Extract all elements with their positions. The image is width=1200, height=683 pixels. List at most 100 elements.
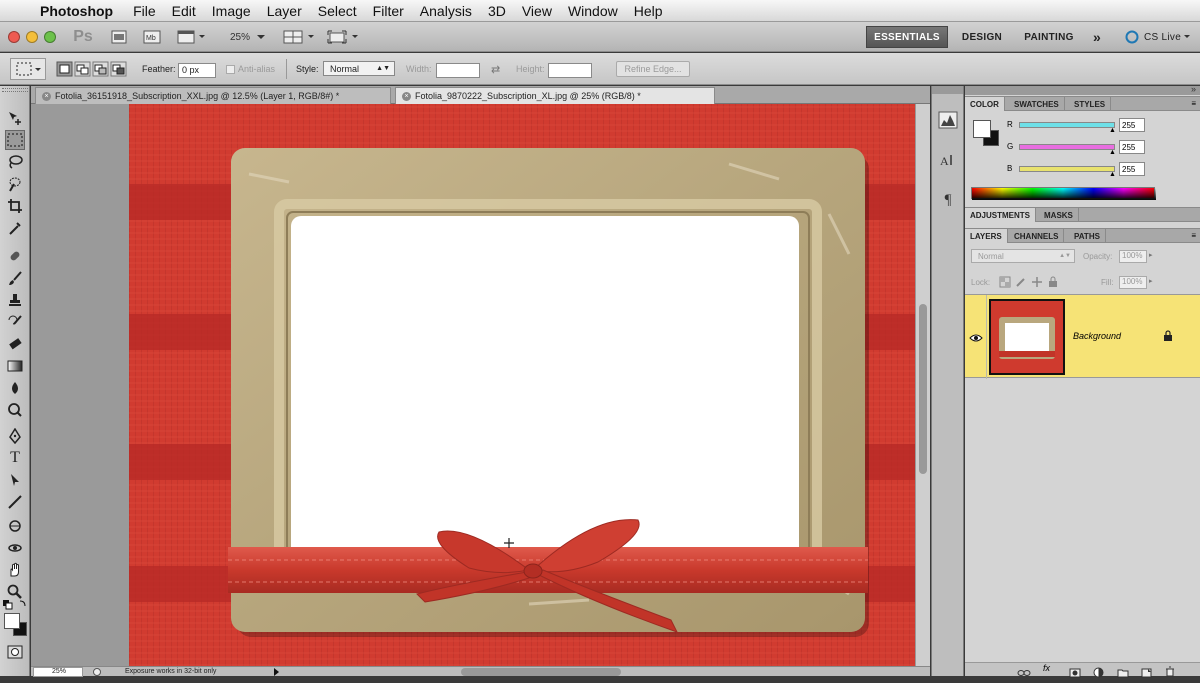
height-input[interactable]: [548, 62, 592, 78]
histogram-panel-icon[interactable]: [936, 108, 960, 132]
pen-tool-icon[interactable]: [5, 426, 25, 446]
new-layer-icon[interactable]: [1141, 665, 1153, 683]
foreground-color-swatch[interactable]: [973, 120, 991, 138]
workspace-design[interactable]: DESIGN: [954, 26, 1010, 48]
delete-layer-icon[interactable]: [1165, 664, 1175, 682]
opacity-arrow-icon[interactable]: ▸: [1149, 251, 1153, 259]
launch-bridge-icon[interactable]: [108, 28, 130, 46]
history-brush-tool-icon[interactable]: [5, 312, 25, 332]
anti-alias-checkbox[interactable]: Anti-alias: [226, 60, 275, 78]
type-tool-icon[interactable]: T: [5, 448, 25, 468]
3d-rotate-tool-icon[interactable]: [5, 516, 25, 536]
tab-color[interactable]: COLOR: [965, 97, 1005, 111]
tab-channels[interactable]: CHANNELS: [1009, 229, 1065, 243]
tab-adjustments[interactable]: ADJUSTMENTS: [965, 208, 1037, 222]
horizontal-scrollbar-thumb[interactable]: [461, 668, 621, 676]
menu-edit[interactable]: Edit: [164, 3, 204, 19]
red-channel-slider[interactable]: [1019, 122, 1115, 128]
link-layers-icon[interactable]: [1017, 665, 1031, 683]
eyedropper-tool-icon[interactable]: [5, 218, 25, 238]
menu-3d[interactable]: 3D: [480, 3, 514, 19]
menu-view[interactable]: View: [514, 3, 560, 19]
new-group-icon[interactable]: [1117, 665, 1129, 683]
app-menu[interactable]: Photoshop: [36, 3, 125, 19]
minimize-window-button[interactable]: [26, 31, 38, 43]
layer-row[interactable]: Background: [965, 294, 1200, 379]
arrange-documents-icon[interactable]: [282, 28, 318, 46]
red-channel-value[interactable]: 255: [1119, 118, 1145, 132]
close-tab-icon[interactable]: ×: [402, 91, 411, 101]
color-spectrum-ramp[interactable]: [971, 187, 1156, 200]
menu-help[interactable]: Help: [626, 3, 671, 19]
quick-mask-icon[interactable]: [5, 642, 25, 662]
tab-layers[interactable]: LAYERS: [965, 229, 1008, 243]
layer-style-icon[interactable]: fx: [1043, 663, 1050, 673]
spot-healing-brush-tool-icon[interactable]: [5, 246, 25, 266]
zoom-level-dropdown[interactable]: 25%: [222, 28, 274, 46]
menu-window[interactable]: Window: [560, 3, 626, 19]
rectangular-marquee-tool-icon[interactable]: [5, 130, 25, 150]
menu-select[interactable]: Select: [310, 3, 365, 19]
menu-file[interactable]: File: [125, 3, 164, 19]
panels-header[interactable]: »: [965, 84, 1200, 95]
dock-header[interactable]: [932, 86, 963, 94]
gradient-tool-icon[interactable]: [5, 356, 25, 376]
workspace-painting[interactable]: PAINTING: [1016, 26, 1082, 48]
mini-bridge-icon[interactable]: Mb: [140, 28, 164, 46]
color-swatches[interactable]: [3, 612, 29, 638]
tab-styles[interactable]: STYLES: [1069, 97, 1112, 111]
path-selection-tool-icon[interactable]: [5, 470, 25, 490]
canvas-area[interactable]: [31, 104, 930, 666]
line-tool-icon[interactable]: [5, 492, 25, 512]
tool-preset-picker[interactable]: [10, 58, 46, 80]
layer-name[interactable]: Background: [1073, 331, 1121, 341]
close-window-button[interactable]: [8, 31, 20, 43]
clone-stamp-tool-icon[interactable]: [5, 290, 25, 310]
vertical-scrollbar[interactable]: [915, 104, 930, 666]
menu-filter[interactable]: Filter: [365, 3, 412, 19]
opacity-input[interactable]: 100%: [1119, 250, 1147, 263]
cs-live-button[interactable]: CS Live: [1116, 26, 1200, 48]
menu-image[interactable]: Image: [204, 3, 259, 19]
green-channel-value[interactable]: 255: [1119, 140, 1145, 154]
tab-masks[interactable]: MASKS: [1039, 208, 1079, 222]
eraser-tool-icon[interactable]: [5, 334, 25, 354]
slider-handle-icon[interactable]: ▲: [1109, 149, 1116, 156]
color-panel-swatches[interactable]: [973, 120, 1001, 148]
hand-tool-icon[interactable]: [5, 560, 25, 580]
lock-transparent-icon[interactable]: [999, 275, 1011, 293]
lasso-tool-icon[interactable]: [5, 152, 25, 172]
screen-mode-icon[interactable]: [326, 28, 362, 46]
blue-channel-slider[interactable]: [1019, 166, 1115, 172]
character-panel-icon[interactable]: A: [936, 148, 960, 172]
tab-document-2[interactable]: × Fotolia_9870222_Subscription_XL.jpg @ …: [395, 87, 715, 104]
blur-tool-icon[interactable]: [5, 378, 25, 398]
style-dropdown[interactable]: Normal ▲▼: [323, 61, 395, 76]
collapse-panels-icon[interactable]: »: [1191, 84, 1196, 94]
new-adjustment-layer-icon[interactable]: [1093, 665, 1104, 683]
slider-handle-icon[interactable]: ▲: [1109, 127, 1116, 134]
crop-tool-icon[interactable]: [5, 196, 25, 216]
blend-mode-dropdown[interactable]: Normal ▲▼: [971, 249, 1075, 263]
brush-tool-icon[interactable]: [5, 268, 25, 288]
tab-paths[interactable]: PATHS: [1069, 229, 1106, 243]
quick-selection-tool-icon[interactable]: [5, 174, 25, 194]
panel-menu-icon[interactable]: ≡: [1191, 99, 1196, 108]
refine-edge-button[interactable]: Refine Edge...: [616, 61, 690, 77]
more-workspaces-button[interactable]: »: [1086, 26, 1108, 48]
tab-document-1[interactable]: × Fotolia_36151918_Subscription_XXL.jpg …: [35, 87, 391, 104]
menu-analysis[interactable]: Analysis: [412, 3, 480, 19]
menu-layer[interactable]: Layer: [259, 3, 310, 19]
workspace-essentials[interactable]: ESSENTIALS: [866, 26, 948, 48]
panel-grip[interactable]: [2, 88, 28, 92]
fill-input[interactable]: 100%: [1119, 276, 1147, 289]
default-colors-icon[interactable]: [2, 598, 28, 610]
blue-channel-value[interactable]: 255: [1119, 162, 1145, 176]
feather-input[interactable]: 0 px: [178, 62, 216, 78]
foreground-color-swatch[interactable]: [4, 613, 20, 629]
document-canvas[interactable]: [129, 104, 915, 666]
eye-icon[interactable]: [969, 330, 983, 348]
paragraph-panel-icon[interactable]: ¶: [936, 188, 960, 212]
lock-image-icon[interactable]: [1015, 275, 1027, 293]
panel-menu-icon[interactable]: ≡: [1191, 231, 1196, 240]
